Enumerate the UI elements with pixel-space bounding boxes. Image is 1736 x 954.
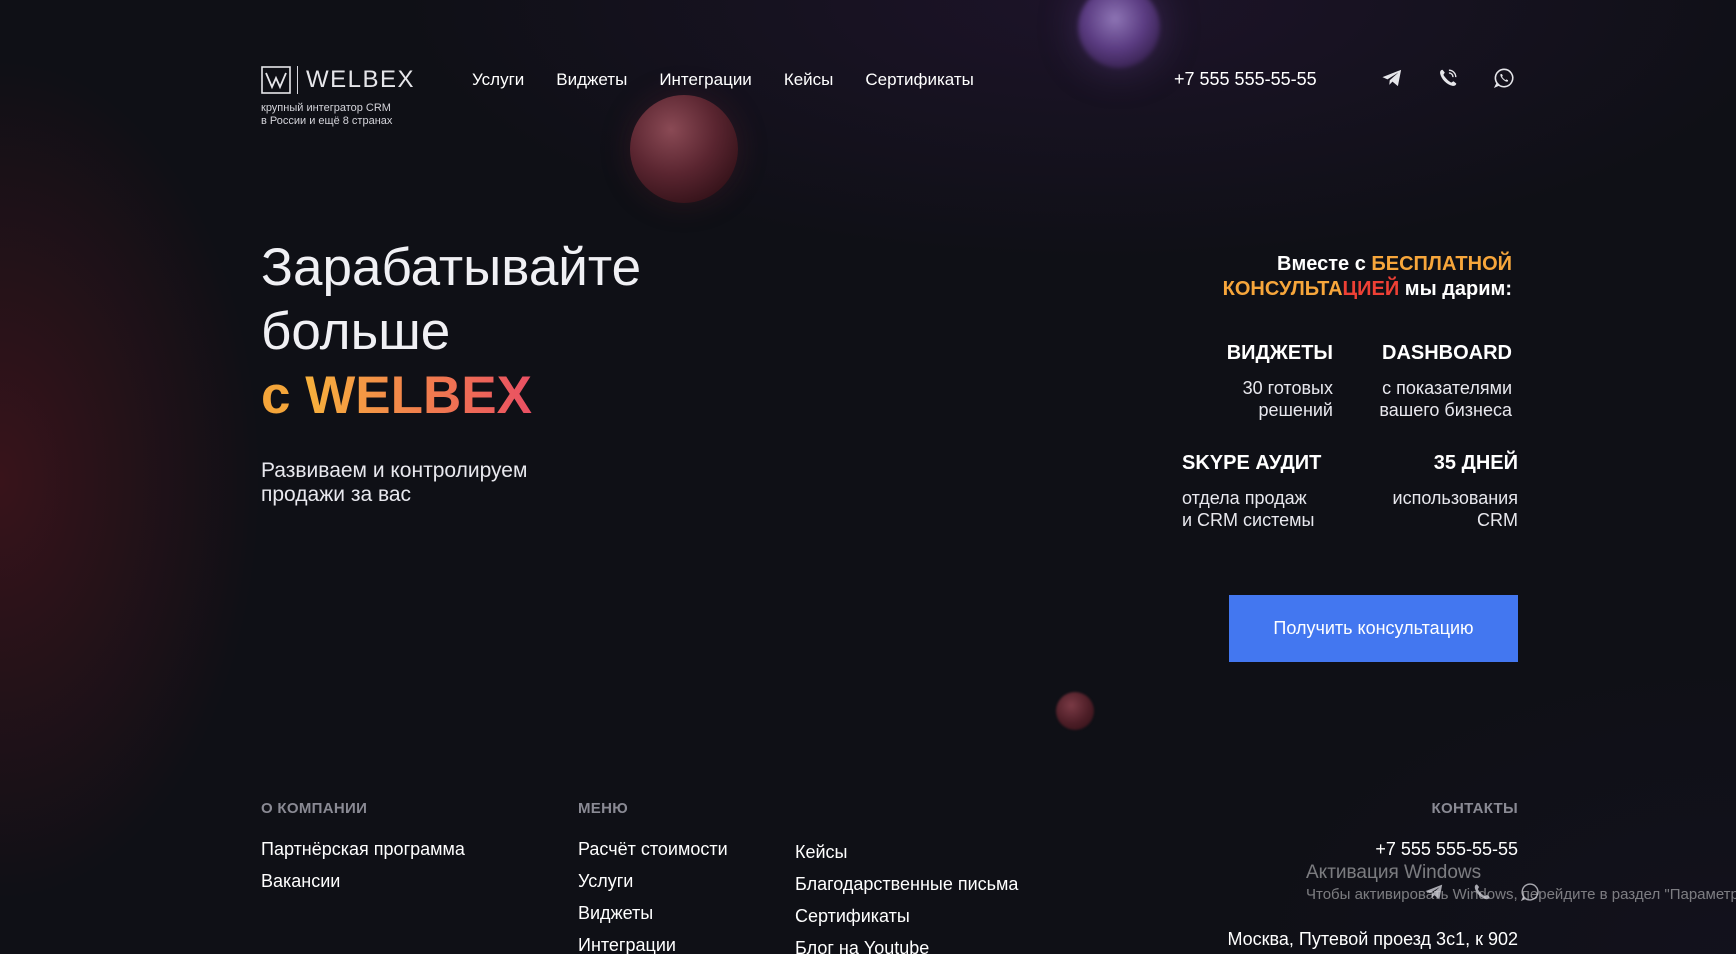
nav-item-services[interactable]: Услуги bbox=[472, 70, 524, 90]
whatsapp-icon[interactable] bbox=[1492, 66, 1516, 90]
footer-social-links bbox=[1422, 880, 1542, 904]
offer-highlight-free: БЕСПЛАТНОЙ bbox=[1371, 253, 1512, 275]
footer-link-cases[interactable]: Кейсы bbox=[795, 842, 848, 863]
get-consultation-button[interactable]: Получить консультацию bbox=[1229, 595, 1518, 662]
hero-title-line2: больше bbox=[261, 302, 451, 361]
feature-desc: использования CRM bbox=[1364, 487, 1518, 531]
nav-item-certificates[interactable]: Сертификаты bbox=[865, 70, 973, 90]
feature-desc: отдела продаж и CRM системы bbox=[1182, 487, 1332, 531]
feature-desc: с показателями вашего бизнеса bbox=[1358, 377, 1512, 421]
footer-link-integrations[interactable]: Интеграции bbox=[578, 935, 676, 954]
hero-title-accent: с WELBEX bbox=[261, 364, 641, 428]
feature-title: 35 ДНЕЙ bbox=[1433, 452, 1518, 474]
feature-title: DASHBOARD bbox=[1382, 342, 1512, 364]
footer-phone-link[interactable]: +7 555 555-55-55 bbox=[1375, 839, 1518, 860]
feature-desc-line2: и CRM системы bbox=[1182, 510, 1315, 530]
feature-desc-line1: использования bbox=[1392, 488, 1518, 508]
feature-dashboard: DASHBOARD с показателями вашего бизнеса bbox=[1358, 342, 1512, 421]
hero-subtitle-line1: Развиваем и контролируем bbox=[261, 459, 528, 482]
nav-item-widgets[interactable]: Виджеты bbox=[556, 70, 627, 90]
feature-desc: 30 готовых решений bbox=[1190, 377, 1333, 421]
welbex-logo-icon bbox=[261, 66, 291, 94]
viber-icon[interactable] bbox=[1470, 880, 1494, 904]
footer-link-thank-you-letters[interactable]: Благодарственные письма bbox=[795, 874, 1018, 895]
footer-link-youtube-blog[interactable]: Блог на Youtube bbox=[795, 938, 929, 954]
hero-title-line1: Зарабатывайте bbox=[261, 238, 642, 297]
decorative-sphere-small bbox=[1056, 692, 1094, 730]
main-nav: Услуги Виджеты Интеграции Кейсы Сертифик… bbox=[472, 70, 974, 90]
offer-intro: Вместе с БЕСПЛАТНОЙ КОНСУЛЬТАЦИЕЙ мы дари… bbox=[1192, 252, 1512, 302]
feature-title: SKYPE АУДИТ bbox=[1182, 452, 1322, 474]
brand-logo[interactable]: WELBEX крупный интегратор CRM в России и… bbox=[261, 66, 421, 128]
footer-link-widgets[interactable]: Виджеты bbox=[578, 903, 653, 924]
brand-name: WELBEX bbox=[306, 66, 416, 93]
footer-link-partner-program[interactable]: Партнёрская программа bbox=[261, 839, 465, 860]
brand-tagline-line1: крупный интегратор CRM bbox=[261, 102, 391, 114]
feature-widgets: ВИДЖЕТЫ 30 готовых решений bbox=[1190, 342, 1333, 421]
offer-intro-text1: Вместе с bbox=[1277, 253, 1372, 275]
footer-link-vacancies[interactable]: Вакансии bbox=[261, 871, 340, 892]
hero-title: Зарабатывайте больше с WELBEX bbox=[261, 236, 641, 428]
decorative-sphere-large bbox=[630, 95, 738, 203]
viber-icon[interactable] bbox=[1436, 66, 1460, 90]
logo-divider bbox=[297, 66, 298, 94]
feature-skype-audit: SKYPE АУДИТ отдела продаж и CRM системы bbox=[1182, 452, 1332, 531]
feature-desc-line2: решений bbox=[1258, 400, 1333, 420]
feature-desc-line1: отдела продаж bbox=[1182, 488, 1307, 508]
footer-link-certificates[interactable]: Сертификаты bbox=[795, 906, 910, 927]
feature-desc-line1: с показателями bbox=[1382, 378, 1512, 398]
hero-title-prefix: с bbox=[261, 366, 291, 425]
feature-desc-line2: вашего бизнеса bbox=[1379, 400, 1512, 420]
telegram-icon[interactable] bbox=[1422, 880, 1446, 904]
header-phone-link[interactable]: +7 555 555-55-55 bbox=[1174, 69, 1317, 90]
feature-desc-line1: 30 готовых bbox=[1242, 378, 1333, 398]
footer-company-heading: О КОМПАНИИ bbox=[261, 800, 368, 817]
nav-item-integrations[interactable]: Интеграции bbox=[659, 70, 752, 90]
footer-menu-heading: МЕНЮ bbox=[578, 800, 629, 817]
header-social-links bbox=[1380, 66, 1516, 90]
footer-link-pricing[interactable]: Расчёт стоимости bbox=[578, 839, 728, 860]
offer-intro-text2: мы дарим: bbox=[1399, 278, 1512, 300]
offer-highlight-consult-a: КОНСУЛЬТА bbox=[1222, 278, 1343, 300]
whatsapp-icon[interactable] bbox=[1518, 880, 1542, 904]
brand-tagline: крупный интегратор CRM в России и ещё 8 … bbox=[261, 102, 421, 128]
offer-highlight-consult-b: ЦИЕЙ bbox=[1342, 278, 1400, 300]
footer-link-services[interactable]: Услуги bbox=[578, 871, 633, 892]
feature-desc-line2: CRM bbox=[1477, 510, 1518, 530]
feature-title: ВИДЖЕТЫ bbox=[1226, 342, 1333, 364]
nav-item-cases[interactable]: Кейсы bbox=[784, 70, 834, 90]
brand-tagline-line2: в России и ещё 8 странах bbox=[261, 115, 393, 127]
hero-subtitle-line2: продажи за вас bbox=[261, 483, 412, 506]
footer-address: Москва, Путевой проезд 3с1, к 902 bbox=[1227, 929, 1518, 949]
feature-35-days: 35 ДНЕЙ использования CRM bbox=[1364, 452, 1518, 531]
telegram-icon[interactable] bbox=[1380, 66, 1404, 90]
footer-contacts-heading: КОНТАКТЫ bbox=[1431, 800, 1518, 817]
hero-title-brand: WELBEX bbox=[305, 366, 532, 425]
hero-subtitle: Развиваем и контролируем продажи за вас bbox=[261, 459, 581, 507]
